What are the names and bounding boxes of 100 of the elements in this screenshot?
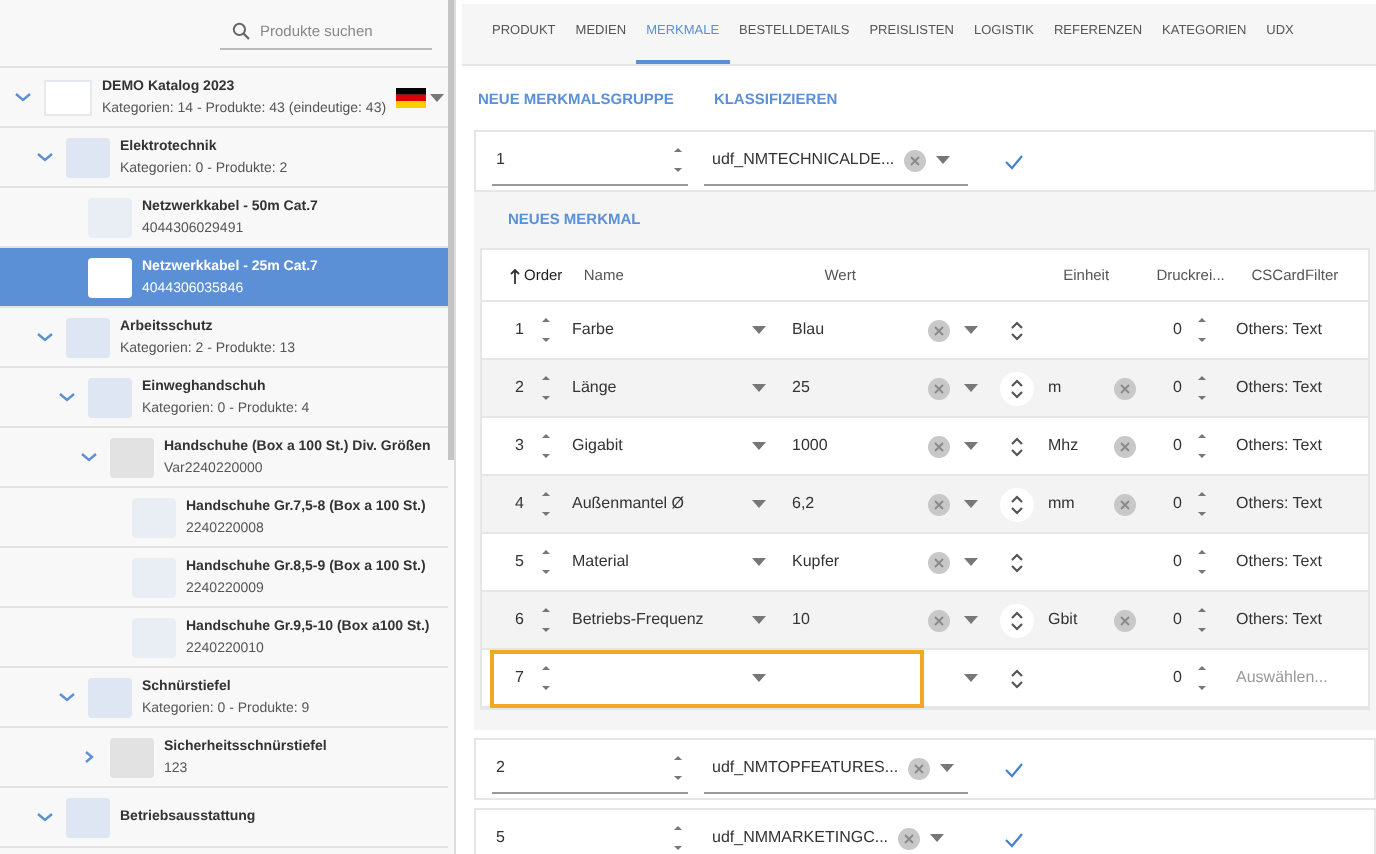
value-cell[interactable]: 1000 bbox=[766, 434, 828, 458]
stepper[interactable] bbox=[1194, 314, 1210, 346]
name-cell[interactable]: Länge bbox=[554, 376, 752, 400]
order-field[interactable]: 2 bbox=[492, 745, 688, 793]
print-order-cell[interactable]: 0 bbox=[1140, 666, 1194, 690]
caret-icon[interactable] bbox=[963, 384, 977, 392]
clear-button[interactable] bbox=[1113, 493, 1135, 515]
unit-cell[interactable]: Mhz bbox=[1048, 434, 1108, 458]
check-icon[interactable] bbox=[1004, 153, 1024, 169]
caret-icon[interactable] bbox=[963, 674, 977, 682]
stepper[interactable] bbox=[538, 372, 554, 404]
up-down-button[interactable] bbox=[999, 603, 1033, 637]
caret-icon[interactable] bbox=[930, 834, 945, 842]
caret-icon[interactable] bbox=[752, 674, 766, 682]
stepper[interactable] bbox=[670, 752, 686, 784]
stepper[interactable] bbox=[670, 144, 686, 176]
caret-icon[interactable] bbox=[936, 156, 951, 164]
group-select[interactable]: udf_NMMARKETINGC... bbox=[704, 815, 968, 854]
unit-cell[interactable]: Gbit bbox=[1048, 608, 1108, 632]
order-field[interactable]: 5 bbox=[492, 815, 688, 854]
clear-button[interactable] bbox=[1113, 435, 1135, 457]
caret-icon[interactable] bbox=[752, 326, 766, 334]
group-select[interactable]: udf_NMTECHNICALDE... bbox=[704, 137, 968, 185]
filter-cell[interactable]: Others: Text bbox=[1236, 608, 1322, 632]
clear-button[interactable] bbox=[898, 827, 921, 849]
value-cell[interactable]: Kupfer bbox=[766, 550, 840, 574]
filter-cell[interactable]: Others: Text bbox=[1236, 434, 1322, 458]
clear-button[interactable] bbox=[1113, 609, 1135, 631]
print-order-cell[interactable]: 0 bbox=[1140, 318, 1194, 342]
stepper[interactable] bbox=[538, 430, 554, 462]
name-cell[interactable]: Betriebs-Frequenz bbox=[554, 608, 752, 632]
order-field[interactable]: 1 bbox=[492, 137, 688, 185]
name-cell[interactable]: Farbe bbox=[554, 318, 752, 342]
stepper[interactable] bbox=[1194, 662, 1210, 694]
value-cell[interactable]: Blau bbox=[766, 318, 825, 342]
stepper[interactable] bbox=[538, 546, 554, 578]
print-order-cell[interactable]: 0 bbox=[1140, 608, 1194, 632]
print-order-cell[interactable]: 0 bbox=[1140, 550, 1194, 574]
chevron-icon[interactable] bbox=[12, 90, 34, 104]
clear-button[interactable] bbox=[904, 149, 927, 171]
chevron-icon[interactable] bbox=[56, 390, 78, 404]
caret-icon[interactable] bbox=[752, 616, 766, 624]
clear-button[interactable] bbox=[908, 757, 931, 779]
stepper[interactable] bbox=[538, 488, 554, 520]
check-icon[interactable] bbox=[1004, 831, 1024, 847]
chevron-icon[interactable] bbox=[34, 330, 56, 344]
check-icon[interactable] bbox=[1004, 761, 1024, 777]
flag-icon[interactable] bbox=[396, 87, 427, 107]
name-cell[interactable]: Außenmantel Ø bbox=[554, 492, 752, 516]
clear-button[interactable] bbox=[927, 319, 949, 341]
clear-button[interactable] bbox=[927, 435, 949, 457]
value-cell[interactable]: 10 bbox=[766, 608, 810, 632]
filter-cell[interactable]: Others: Text bbox=[1236, 318, 1322, 342]
stepper[interactable] bbox=[538, 662, 554, 694]
up-down-button[interactable] bbox=[999, 371, 1033, 405]
caret-icon[interactable] bbox=[752, 384, 766, 392]
caret-icon[interactable] bbox=[963, 558, 977, 566]
scrollbar[interactable] bbox=[448, 0, 454, 460]
caret-icon[interactable] bbox=[963, 442, 977, 450]
name-cell[interactable]: Material bbox=[554, 550, 752, 574]
unit-cell[interactable]: mm bbox=[1048, 492, 1108, 516]
clear-button[interactable] bbox=[927, 493, 949, 515]
caret-icon[interactable] bbox=[963, 326, 977, 334]
double-chevron-icon bbox=[1009, 319, 1023, 341]
caret-icon[interactable] bbox=[963, 500, 977, 508]
filter-cell[interactable]: Others: Text bbox=[1236, 376, 1322, 400]
up-down-arrows-icon bbox=[1196, 546, 1208, 578]
stepper[interactable] bbox=[538, 604, 554, 636]
unit-cell[interactable]: m bbox=[1048, 376, 1108, 400]
value-cell[interactable]: 6,2 bbox=[766, 492, 815, 516]
caret-icon[interactable] bbox=[752, 500, 766, 508]
clear-button[interactable] bbox=[927, 609, 949, 631]
caret-icon[interactable] bbox=[963, 616, 977, 624]
chevron-icon[interactable] bbox=[34, 150, 56, 164]
clear-button[interactable] bbox=[927, 377, 949, 399]
stepper[interactable] bbox=[670, 822, 686, 854]
name-cell[interactable]: Gigabit bbox=[554, 434, 752, 458]
print-order-cell[interactable]: 0 bbox=[1140, 492, 1194, 516]
print-order-cell[interactable]: 0 bbox=[1140, 434, 1194, 458]
stepper[interactable] bbox=[1194, 430, 1210, 462]
filter-cell[interactable]: Others: Text bbox=[1236, 492, 1322, 516]
caret-icon[interactable] bbox=[752, 558, 766, 566]
stepper[interactable] bbox=[1194, 488, 1210, 520]
caret-icon[interactable] bbox=[752, 442, 766, 450]
filter-cell[interactable]: Others: Text bbox=[1236, 550, 1322, 574]
caret-icon[interactable] bbox=[430, 93, 445, 101]
clear-button[interactable] bbox=[927, 551, 949, 573]
value-cell[interactable]: 25 bbox=[766, 376, 810, 400]
clear-button[interactable] bbox=[1113, 377, 1135, 399]
caret-icon[interactable] bbox=[940, 764, 955, 772]
group-select[interactable]: udf_NMTOPFEATURES... bbox=[704, 745, 968, 793]
print-order-cell[interactable]: 0 bbox=[1140, 376, 1194, 400]
stepper[interactable] bbox=[538, 314, 554, 346]
up-down-button[interactable] bbox=[999, 487, 1033, 521]
chevron-icon[interactable] bbox=[34, 810, 56, 824]
chevron-icon[interactable] bbox=[78, 450, 100, 464]
stepper[interactable] bbox=[1194, 604, 1210, 636]
stepper[interactable] bbox=[1194, 372, 1210, 404]
chevron-icon[interactable] bbox=[56, 690, 78, 704]
stepper[interactable] bbox=[1194, 546, 1210, 578]
